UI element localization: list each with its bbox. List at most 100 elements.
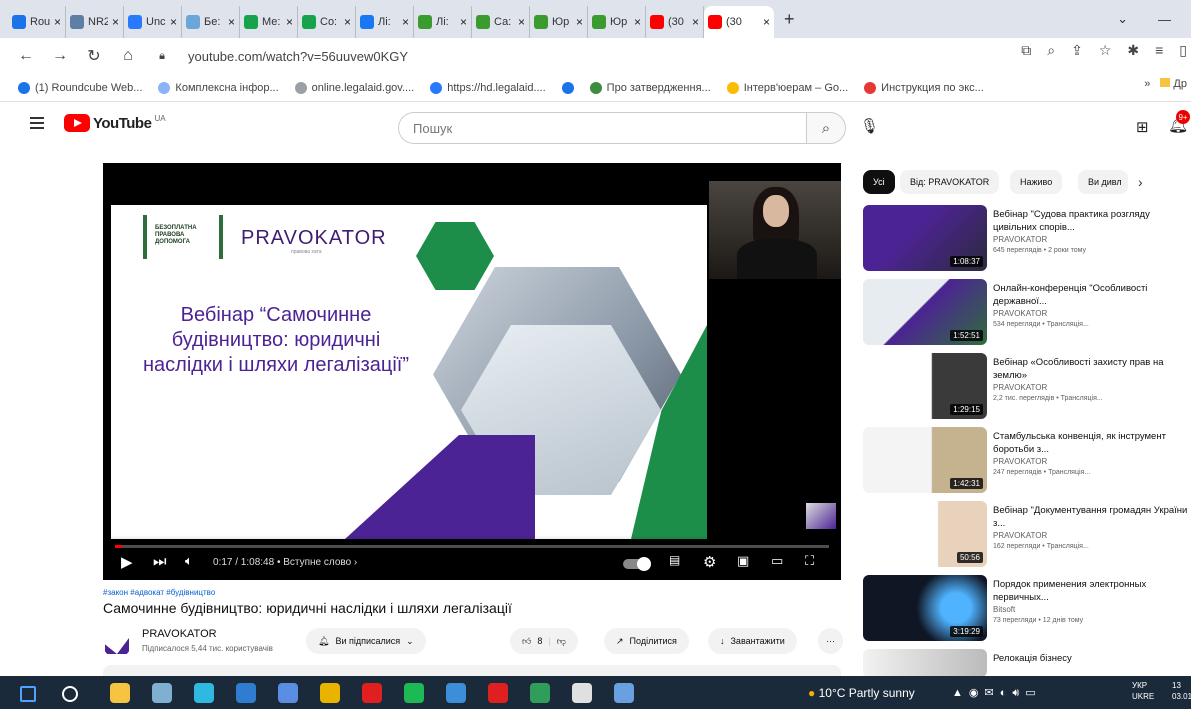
browser-tab[interactable]: Юр × [588,6,646,38]
recommendation-channel[interactable]: PRAVOKATOR [993,383,1047,392]
channel-name[interactable]: PRAVOKATOR [142,628,217,640]
chrome-icon[interactable] [320,683,340,703]
browser-tab[interactable]: Са: × [472,6,530,38]
search-icon[interactable] [62,686,78,702]
tab-close-icon[interactable]: × [344,15,351,29]
windows-start-icon[interactable] [20,686,36,702]
recommendation-title[interactable]: Вебінар "Судова практика розгляду цивіль… [993,208,1189,234]
install-icon[interactable]: ⧉ [1021,42,1031,59]
new-tab-button[interactable]: + [784,9,795,30]
home-icon[interactable]: ⌂ [120,47,136,65]
bookmarks-folder[interactable]: Др [1160,78,1187,90]
mail-icon[interactable] [236,683,256,703]
reading-list-icon[interactable]: ≡ [1155,42,1163,59]
filter-chip[interactable]: Усі [863,170,895,194]
browser-tab[interactable]: Unc × [124,6,182,38]
like-button[interactable]: 👍︎ 8 | 👎︎ [510,628,578,654]
mic-icon[interactable]: 🎙︎ [860,117,879,135]
minimize-button[interactable]: — [1158,12,1171,27]
filter-chip[interactable]: Ви дивл [1078,170,1128,194]
browser-tab[interactable]: NR2 × [66,6,124,38]
youtube-logo[interactable]: YouTube UA [64,114,166,132]
bookmark-item[interactable]: online.legalaid.gov.... [294,81,414,94]
subscribed-button[interactable]: 🔔︎ Ви підписалися ⌄ [306,628,426,654]
bookmarks-more-button[interactable]: » [1144,78,1150,90]
recommendation-title[interactable]: Вебінар «Особливості захисту прав на зем… [993,356,1189,382]
bookmark-item[interactable]: Комплексна інфор... [158,81,279,94]
bookmark-item[interactable]: (1) Roundcube Web... [18,81,142,94]
recommendation-thumbnail[interactable] [863,649,987,677]
browser-tab[interactable]: Ме: × [240,6,298,38]
forward-icon[interactable]: → [52,47,68,65]
recommendation-thumbnail[interactable]: 50:56 [863,501,987,567]
recommendation-channel[interactable]: PRAVOKATOR [993,309,1047,318]
app-icon[interactable] [446,683,466,703]
tab-close-icon[interactable]: × [228,15,235,29]
url-field[interactable]: youtube.com/watch?v=56uuvew0KGY [188,49,408,64]
browser-tab[interactable]: Лі: × [356,6,414,38]
channel-avatar[interactable] [103,630,131,658]
tab-close-icon[interactable]: × [286,15,293,29]
bookmark-item[interactable]: Инструкция по экс... [864,81,984,94]
bookmark-item[interactable]: https://hd.legalaid.... [430,81,546,94]
bookmark-item[interactable]: Про затвердження... [589,81,711,94]
tab-close-icon[interactable]: × [518,15,525,29]
back-icon[interactable]: ← [18,47,34,65]
recommendation-title[interactable]: Порядок применения электронных первичных… [993,578,1189,604]
share-button[interactable]: ↗ Поділитися [604,628,689,654]
chevron-right-icon[interactable]: › [1138,174,1143,190]
video-player[interactable]: БЕЗОПЛАТНА ПРАВОВА ДОПОМОГА PRAVOKATOR п… [103,163,841,580]
recommendation-channel[interactable]: PRAVOKATOR [993,235,1047,244]
recommendation-item[interactable]: 50:56 Вебінар "Документування громадян Ук… [863,501,1189,573]
browser-tab[interactable]: Co: × [298,6,356,38]
tab-close-icon[interactable]: × [763,15,770,29]
recommendation-thumbnail[interactable]: 1:52:51 [863,279,987,345]
tab-close-icon[interactable]: × [460,15,467,29]
app-icon[interactable] [404,683,424,703]
more-actions-button[interactable]: ··· [818,628,843,654]
clock[interactable]: 13 03.01 [1172,680,1191,702]
browser-tab[interactable]: Rou × [8,6,66,38]
volume-icon[interactable]: 🔈︎ [185,553,193,569]
tab-close-icon[interactable]: × [576,15,583,29]
menu-icon[interactable] [30,117,44,129]
opera-icon[interactable] [362,683,382,703]
browser-tab[interactable]: Лі: × [414,6,472,38]
subtitles-icon[interactable]: ▤ [669,553,680,567]
recommendation-channel[interactable]: Bitsoft [993,605,1015,614]
language-indicator[interactable]: УКР UKRE [1132,680,1154,702]
recommendation-item[interactable]: 1:42:31 Стамбульська конвенція, як інстру… [863,427,1189,499]
recommendation-thumbnail[interactable]: 1:08:37 [863,205,987,271]
recommendation-item[interactable]: 1:52:51 Онлайн-конференція "Особливості д… [863,279,1189,351]
recommendation-title[interactable]: Вебінар "Документування громадян України… [993,504,1189,530]
download-button[interactable]: ↓ Завантажити [708,628,797,654]
create-icon[interactable]: ⊞ [1136,118,1149,136]
next-icon[interactable]: ⏭︎ [153,553,167,570]
play-icon[interactable]: ▶ [121,553,133,571]
tab-close-icon[interactable]: × [402,15,409,29]
app-icon[interactable] [614,683,634,703]
calculator-icon[interactable] [152,683,172,703]
zoom-icon[interactable]: ⌕ [1047,42,1055,59]
miniplayer-icon[interactable]: ▣ [737,553,749,569]
weather-widget[interactable]: ● 10°C Partly sunny [808,686,915,700]
theater-icon[interactable]: ▭ [771,553,783,569]
recommendation-item[interactable]: 3:19:29 Порядок применения электронных пе… [863,575,1189,647]
recommendation-title[interactable]: Релокація бізнесу [993,652,1189,665]
tab-search-icon[interactable]: ⌄ [1117,11,1128,27]
search-button[interactable]: ⌕ [806,112,846,144]
lock-icon[interactable]: 🔒︎ [154,50,170,63]
side-panel-icon[interactable]: ▯ [1179,42,1187,59]
recommendation-channel[interactable]: PRAVOKATOR [993,531,1047,540]
settings-icon[interactable]: ⚙︎ [703,553,716,571]
star-icon[interactable]: ☆ [1099,42,1112,59]
bookmark-item[interactable] [561,81,574,94]
thumb-down-icon[interactable]: 👎︎ [557,636,566,647]
bookmark-item[interactable]: Інтерв'юерам – Go... [726,81,848,94]
recommendation-thumbnail[interactable]: 1:29:15 [863,353,987,419]
app-icon[interactable] [530,683,550,703]
search-input[interactable]: Пошук [398,112,806,144]
system-tray[interactable]: ▲◉✉◐🔊︎▭ [952,686,1042,700]
browser-tab[interactable]: (30 × [646,6,704,38]
tab-close-icon[interactable]: × [170,15,177,29]
